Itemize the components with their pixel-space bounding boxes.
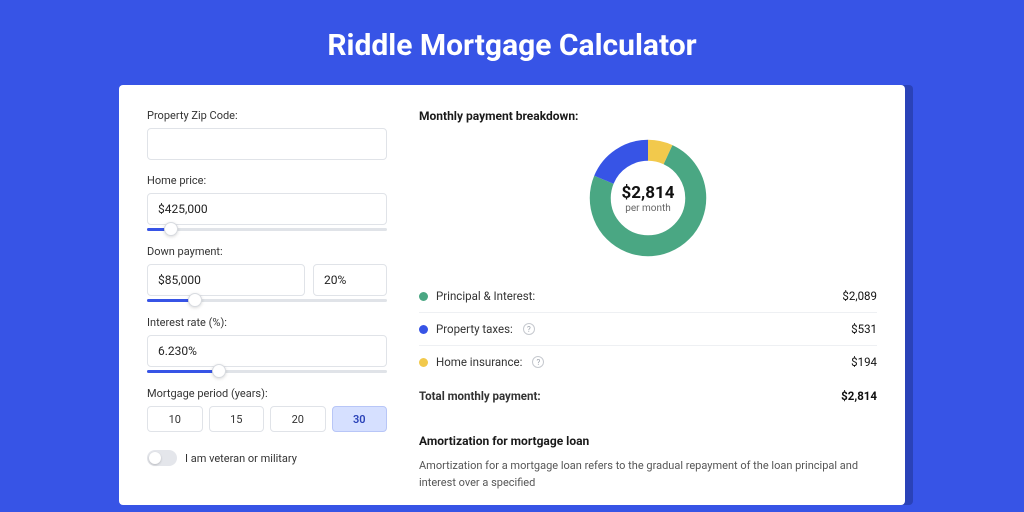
- breakdown-panel: Monthly payment breakdown: $2,814 per mo…: [419, 109, 877, 505]
- period-option-10[interactable]: 10: [147, 406, 203, 432]
- period-option-15[interactable]: 15: [209, 406, 265, 432]
- interest-input[interactable]: [147, 335, 387, 367]
- legend-row: Principal & Interest: $2,089: [419, 280, 877, 313]
- donut-chart-wrap: $2,814 per month: [419, 135, 877, 261]
- toggle-knob-icon: [149, 452, 161, 464]
- total-row: Total monthly payment: $2,814: [419, 378, 877, 412]
- breakdown-title: Monthly payment breakdown:: [419, 109, 877, 123]
- home-price-field: Home price:: [147, 174, 387, 231]
- down-payment-label: Down payment:: [147, 245, 387, 258]
- total-label: Total monthly payment:: [419, 389, 541, 403]
- info-icon[interactable]: ?: [523, 323, 535, 335]
- down-payment-input[interactable]: [147, 264, 305, 296]
- zip-field: Property Zip Code:: [147, 109, 387, 160]
- donut-center-amount: $2,814: [622, 183, 675, 203]
- donut-chart: $2,814 per month: [585, 135, 711, 261]
- legend-dot-icon: [419, 358, 428, 367]
- period-label: Mortgage period (years):: [147, 387, 387, 400]
- interest-field: Interest rate (%):: [147, 316, 387, 373]
- home-price-input[interactable]: [147, 193, 387, 225]
- legend-value: $2,089: [842, 289, 877, 303]
- legend-row: Home insurance:? $194: [419, 346, 877, 378]
- zip-input[interactable]: [147, 128, 387, 160]
- amortization-text: Amortization for a mortgage loan refers …: [419, 458, 877, 491]
- total-value: $2,814: [841, 389, 877, 403]
- zip-label: Property Zip Code:: [147, 109, 387, 122]
- form-panel: Property Zip Code: Home price: Down paym…: [147, 109, 387, 505]
- legend-value: $194: [851, 355, 877, 369]
- interest-slider[interactable]: [147, 370, 387, 373]
- home-price-slider[interactable]: [147, 228, 387, 231]
- info-icon[interactable]: ?: [532, 356, 544, 368]
- calculator-card: Property Zip Code: Home price: Down paym…: [119, 85, 905, 505]
- interest-label: Interest rate (%):: [147, 316, 387, 329]
- period-option-20[interactable]: 20: [270, 406, 326, 432]
- page-title: Riddle Mortgage Calculator: [0, 0, 1024, 85]
- legend-row: Property taxes:? $531: [419, 313, 877, 346]
- donut-center-sub: per month: [625, 203, 671, 214]
- down-payment-slider[interactable]: [147, 299, 387, 302]
- home-price-label: Home price:: [147, 174, 387, 187]
- legend-dot-icon: [419, 325, 428, 334]
- legend-label: Principal & Interest:: [436, 289, 535, 303]
- amortization-section: Amortization for mortgage loan Amortizat…: [419, 434, 877, 491]
- period-option-30[interactable]: 30: [332, 406, 388, 432]
- down-payment-field: Down payment:: [147, 245, 387, 302]
- veteran-label: I am veteran or military: [185, 452, 297, 465]
- amortization-title: Amortization for mortgage loan: [419, 434, 877, 448]
- veteran-row: I am veteran or military: [147, 450, 387, 466]
- period-field: Mortgage period (years): 10152030: [147, 387, 387, 432]
- legend: Principal & Interest: $2,089 Property taxe…: [419, 279, 877, 378]
- legend-value: $531: [851, 322, 877, 336]
- legend-label: Home insurance:: [436, 355, 522, 369]
- down-payment-pct-input[interactable]: [313, 264, 387, 296]
- legend-label: Property taxes:: [436, 322, 513, 336]
- legend-dot-icon: [419, 292, 428, 301]
- veteran-toggle[interactable]: [147, 450, 177, 466]
